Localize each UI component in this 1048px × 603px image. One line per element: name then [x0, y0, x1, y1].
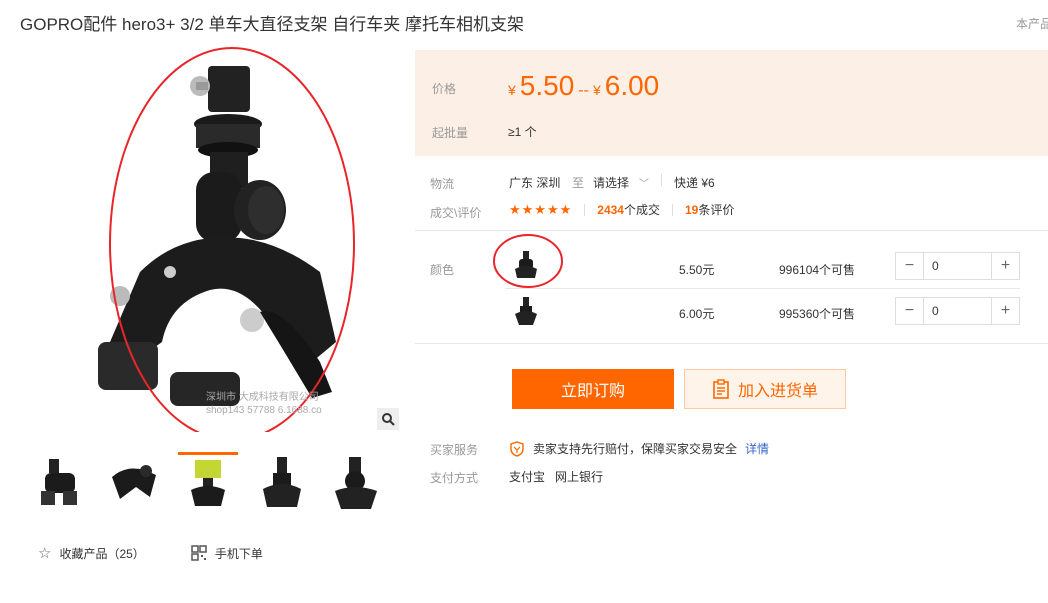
thumbnail-2[interactable] [104, 452, 164, 512]
destination-select[interactable]: 请选择 ﹀ [593, 174, 649, 191]
magnifier-icon [382, 413, 395, 426]
service-label: 买家服务 [430, 443, 479, 457]
thumbnail-4[interactable] [252, 452, 312, 512]
quantity-input[interactable]: 0 [923, 253, 992, 279]
product-thumb-image [41, 458, 77, 505]
payment-label: 支付方式 [430, 471, 479, 485]
quantity-stepper-1: − 0 + [895, 252, 1020, 280]
deal-stats: ★★★★★ 2434 个成交 19 条评价 [509, 201, 735, 218]
product-thumb-image [112, 465, 156, 499]
variant-stock-1: 996104个可售 [779, 263, 856, 277]
variant-price-1: 5.50元 [679, 263, 715, 277]
bike-mount-illustration [98, 47, 355, 441]
service-detail-link[interactable]: 详情 [745, 440, 769, 457]
zoom-button[interactable] [377, 408, 399, 430]
variant-thumb-2[interactable] [511, 296, 541, 326]
logistics-to: 至 [572, 176, 585, 190]
logistics-label: 物流 [430, 177, 455, 191]
thumbnail-strip [30, 452, 386, 512]
quantity-stepper-2: − 0 + [895, 297, 1020, 325]
favorite-product-button[interactable]: ☆ 收藏产品（25） [38, 544, 145, 562]
deals-label: 成交\评价 [430, 206, 482, 220]
divider [415, 230, 1048, 231]
logistics-divider [661, 172, 662, 186]
thumbnail-5[interactable] [326, 452, 386, 512]
product-thumb-image [191, 460, 225, 506]
variant-image [515, 297, 537, 325]
product-title: GOPRO配件 hero3+ 3/2 单车大直径支架 自行车夹 摩托车相机支架 [20, 15, 524, 34]
divider [505, 288, 1020, 289]
price-high: 6.00 [604, 70, 660, 101]
minus-button[interactable]: − [896, 253, 923, 279]
product-thumb-image [335, 456, 377, 509]
review-count[interactable]: 19 [685, 203, 698, 217]
min-qty-value: ≥1 个 [508, 125, 537, 139]
logistics-origin: 广东 深圳 [509, 176, 561, 190]
payment-alipay: 支付宝 [509, 470, 546, 484]
price-panel: 价格 ¥ 5.50 -- ¥ 6.00 起批量 ≥1 个 [415, 50, 1048, 156]
color-label: 颜色 [430, 263, 455, 277]
red-annotation-circle [493, 234, 563, 288]
quantity-input[interactable]: 0 [923, 298, 992, 324]
payment-bank: 网上银行 [555, 470, 604, 484]
variant-stock-2: 995360个可售 [779, 307, 856, 321]
price-range: ¥ 5.50 -- ¥ 6.00 [508, 70, 660, 101]
mobile-order-button[interactable]: 手机下单 [191, 544, 263, 562]
buy-now-button[interactable]: 立即订购 [512, 369, 674, 409]
gallery-actions: ☆ 收藏产品（25） 手机下单 [38, 544, 263, 562]
add-to-cart-button[interactable]: 加入进货单 [684, 369, 846, 409]
thumbnail-1[interactable] [30, 452, 90, 512]
corner-link[interactable]: 本产品 [1016, 15, 1048, 32]
image-watermark: 深圳市 大成科技有限公司 shop143 57788 6.1688.co [206, 392, 322, 416]
minus-button[interactable]: − [896, 298, 923, 324]
deal-count[interactable]: 2434 [597, 203, 624, 217]
express-fee: 快递 ¥6 [674, 176, 715, 190]
main-product-image[interactable] [20, 42, 400, 441]
clipboard-icon [713, 379, 729, 399]
service-info: 卖家支持先行赔付，保障买家交易安全 详情 [509, 440, 769, 457]
product-thumb-image [263, 456, 301, 507]
chevron-down-icon: ﹀ [639, 179, 650, 190]
min-qty-label: 起批量 [432, 126, 469, 140]
shield-icon [510, 440, 524, 457]
qr-code-icon [191, 545, 207, 561]
plus-button[interactable]: + [992, 253, 1019, 279]
variant-price-2: 6.00元 [679, 307, 715, 321]
price-low: 5.50 [519, 70, 575, 101]
plus-button[interactable]: + [992, 298, 1019, 324]
star-outline-icon: ☆ [38, 545, 52, 562]
divider [415, 343, 1048, 344]
price-label: 价格 [432, 82, 457, 96]
thumbnail-3-active[interactable] [178, 452, 238, 512]
rating-stars-icon: ★★★★★ [509, 201, 573, 217]
